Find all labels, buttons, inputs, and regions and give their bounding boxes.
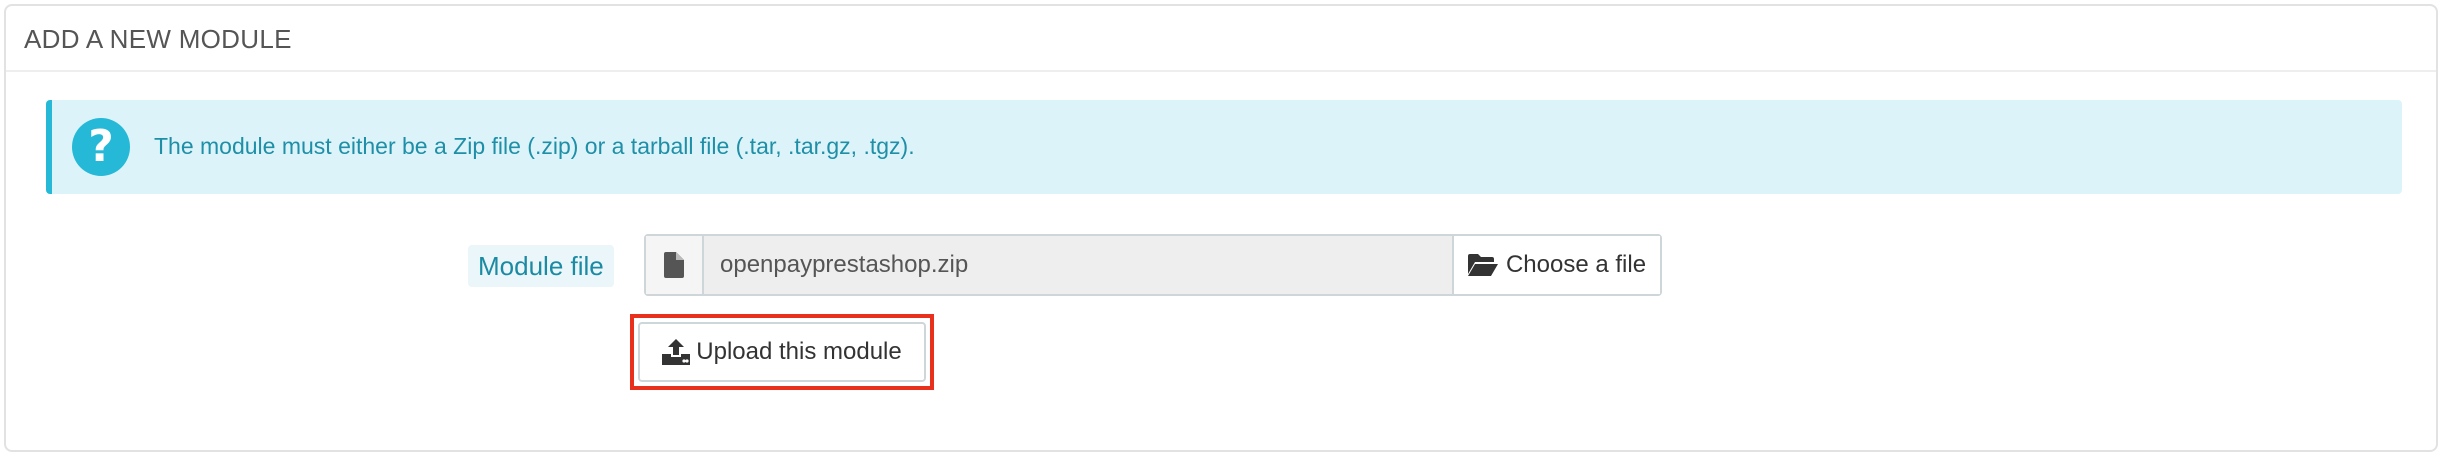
panel-heading: ADD A NEW MODULE [6, 6, 2436, 72]
module-file-input-group[interactable]: openpayprestashop.zip Choose a file [644, 234, 1662, 296]
upload-module-label: Upload this module [696, 338, 902, 365]
alert-text: The module must either be a Zip file (.z… [154, 133, 915, 159]
add-module-panel: ADD A NEW MODULE ? The module must eithe… [4, 4, 2438, 452]
info-alert: ? The module must either be a Zip file (… [46, 100, 2402, 194]
file-icon [646, 236, 704, 294]
folder-open-icon [1467, 254, 1498, 276]
file-name-field[interactable]: openpayprestashop.zip [704, 236, 1454, 294]
choose-file-button[interactable]: Choose a file [1454, 236, 1660, 294]
choose-file-label: Choose a file [1505, 251, 1647, 278]
upload-module-button[interactable]: Upload this module [638, 322, 926, 382]
panel-title: ADD A NEW MODULE [24, 24, 292, 54]
question-circle-icon: ? [72, 118, 130, 176]
upload-icon [662, 339, 691, 365]
module-file-label: Module file [468, 245, 614, 287]
